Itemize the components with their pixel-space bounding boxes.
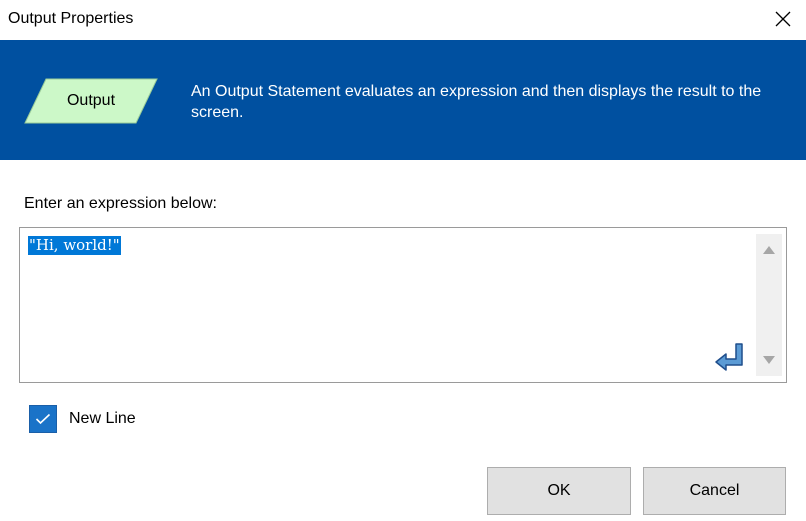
new-line-option[interactable]: New Line bbox=[29, 405, 136, 433]
output-shape-label: Output bbox=[66, 92, 116, 109]
scroll-down-arrow-icon bbox=[763, 356, 775, 364]
expression-prompt-label: Enter an expression below: bbox=[24, 195, 217, 212]
cancel-button[interactable]: Cancel bbox=[643, 467, 786, 515]
header-banner: Output An Output Statement evaluates an … bbox=[0, 40, 806, 160]
output-shape: Output bbox=[24, 78, 158, 124]
title-bar: Output Properties bbox=[0, 0, 806, 40]
new-line-label: New Line bbox=[69, 410, 136, 427]
checkmark-icon bbox=[35, 413, 51, 425]
banner-description: An Output Statement evaluates an express… bbox=[191, 83, 762, 121]
vertical-scrollbar[interactable] bbox=[756, 234, 782, 376]
scroll-up-button[interactable] bbox=[756, 238, 782, 262]
new-line-checkbox[interactable] bbox=[29, 405, 57, 433]
window-title: Output Properties bbox=[8, 10, 134, 27]
expression-value[interactable]: "Hi, world!" bbox=[28, 236, 121, 255]
enter-return-icon[interactable] bbox=[714, 341, 748, 375]
output-properties-dialog: Output Properties Output An Output State… bbox=[0, 0, 806, 521]
scroll-down-button[interactable] bbox=[756, 348, 782, 372]
close-icon bbox=[775, 11, 791, 27]
expression-input[interactable]: "Hi, world!" bbox=[19, 227, 787, 383]
scroll-up-arrow-icon bbox=[763, 246, 775, 254]
close-button[interactable] bbox=[760, 0, 806, 38]
ok-button[interactable]: OK bbox=[487, 467, 631, 515]
